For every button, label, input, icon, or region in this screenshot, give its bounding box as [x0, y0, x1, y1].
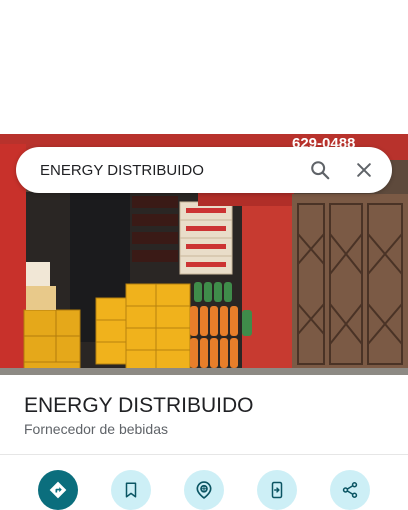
action-bar [0, 470, 408, 510]
save-button[interactable] [111, 470, 151, 510]
nearby-button[interactable] [184, 470, 224, 510]
close-icon [357, 163, 371, 177]
directions-icon [49, 481, 67, 499]
search-icon [311, 161, 330, 180]
search-button[interactable] [298, 148, 342, 192]
share-icon [342, 482, 358, 498]
search-input[interactable]: ENERGY DISTRIBUIDO [40, 162, 298, 179]
divider [0, 454, 408, 455]
location-pin-icon [196, 481, 212, 499]
directions-button[interactable] [38, 470, 78, 510]
place-title: ENERGY DISTRIBUIDO [24, 394, 254, 417]
place-category: Fornecedor de bebidas [24, 421, 168, 437]
bookmark-icon [125, 482, 137, 498]
search-bar[interactable]: ENERGY DISTRIBUIDO [16, 147, 392, 193]
share-button[interactable] [330, 470, 370, 510]
send-to-phone-icon [271, 481, 283, 499]
close-button[interactable] [342, 148, 386, 192]
send-to-phone-button[interactable] [257, 470, 297, 510]
